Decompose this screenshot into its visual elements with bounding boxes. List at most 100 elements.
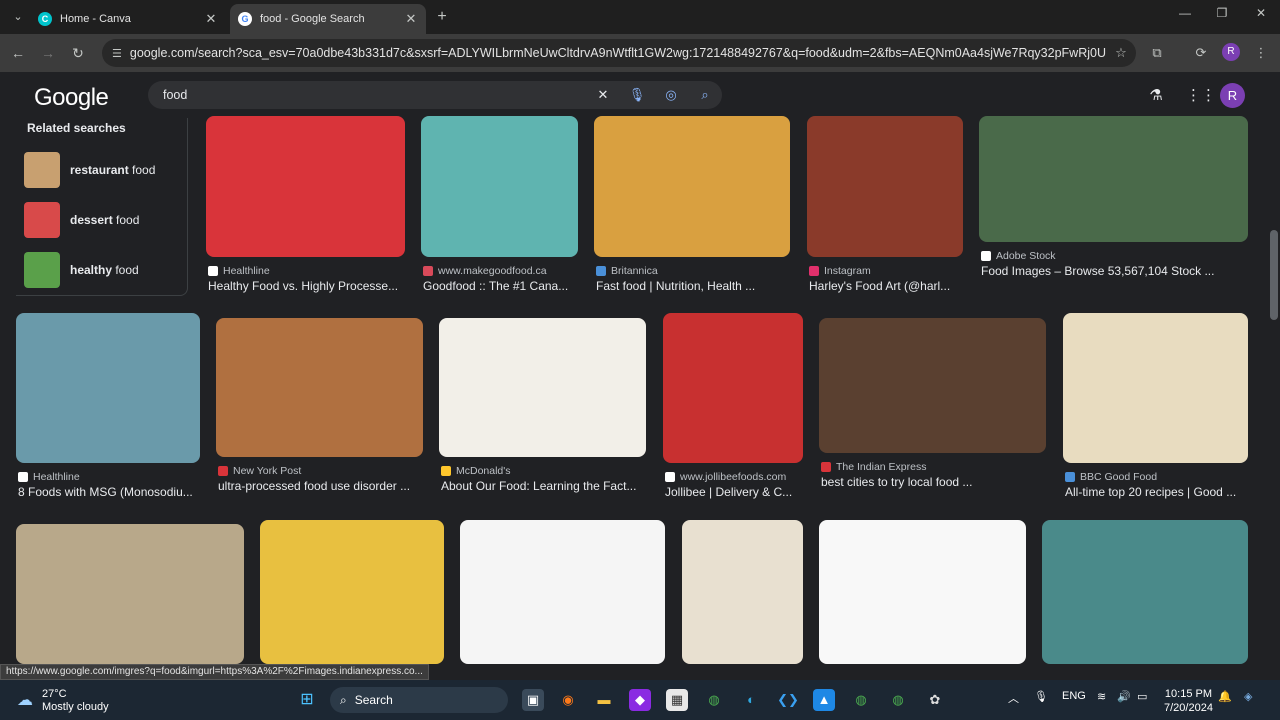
extensions-icon[interactable]: ⧉ <box>1148 44 1166 62</box>
clear-icon[interactable]: ✕ <box>586 87 620 103</box>
image-result[interactable]: www.makegoodfood.ca Goodfood :: The #1 Ca… <box>421 116 578 297</box>
image-source[interactable]: Adobe Stock <box>981 250 1056 262</box>
close-tab-icon[interactable]: ✕ <box>204 11 218 27</box>
image-source[interactable]: BBC Good Food <box>1065 471 1157 483</box>
image-caption[interactable]: ultra-processed food use disorder ... <box>218 479 435 493</box>
image-thumbnail[interactable] <box>460 520 665 664</box>
maximize-icon[interactable]: ❐ <box>1207 6 1237 20</box>
taskbar-search[interactable]: ⌕ Search <box>330 687 508 713</box>
image-source[interactable]: The Indian Express <box>821 461 926 473</box>
address-bar[interactable]: ☰ google.com/search?sca_esv=70a0dbe43b33… <box>102 39 1136 67</box>
related-item-restaurant-food[interactable]: restaurant food <box>24 152 184 188</box>
image-thumbnail[interactable] <box>979 116 1248 242</box>
image-thumbnail[interactable] <box>421 116 578 257</box>
image-result[interactable]: Britannica Fast food | Nutrition, Health … <box>594 116 790 297</box>
image-thumbnail[interactable] <box>206 116 405 257</box>
firefox-icon[interactable]: ◉ <box>557 689 579 711</box>
tray-chevron-icon[interactable]: ︿ <box>1008 690 1019 706</box>
image-result[interactable]: www.jollibeefoods.com Jollibee | Delivery… <box>663 313 803 503</box>
microphone-icon[interactable]: 🎙 <box>620 87 654 103</box>
weather-widget[interactable]: ☁ 27°C Mostly cloudy <box>14 688 109 714</box>
image-thumbnail[interactable] <box>1042 520 1248 664</box>
image-source[interactable]: Healthline <box>18 471 80 483</box>
site-info-icon[interactable]: ☰ <box>112 47 122 60</box>
image-thumbnail[interactable] <box>807 116 963 257</box>
app-icon[interactable]: ✿ <box>924 689 946 711</box>
search-box[interactable]: food ✕ 🎙 ◎ ⌕ <box>148 81 722 109</box>
clock[interactable]: 10:15 PM 7/20/2024 <box>1164 687 1213 715</box>
google-logo[interactable]: Google <box>34 84 109 112</box>
image-result[interactable]: Healthline Healthy Food vs. Highly Proces… <box>206 116 405 297</box>
lens-icon[interactable]: ◎ <box>654 87 688 103</box>
image-thumbnail[interactable] <box>16 313 200 463</box>
chrome-icon[interactable]: ◍ <box>703 689 725 711</box>
search-input[interactable]: food <box>163 88 586 102</box>
labs-flask-icon[interactable]: ⚗ <box>1146 86 1166 106</box>
image-thumbnail[interactable] <box>16 524 244 664</box>
forward-arrow-icon[interactable]: → <box>38 43 58 63</box>
file-explorer-icon[interactable]: ▬ <box>593 689 615 711</box>
tab-search-chevron-icon[interactable]: ⌄ <box>8 7 28 27</box>
tab-home-canva[interactable]: C Home - Canva ✕ <box>30 4 226 34</box>
account-avatar[interactable]: R <box>1220 83 1245 108</box>
image-caption[interactable]: Harley's Food Art (@harl... <box>809 279 975 293</box>
image-caption[interactable]: Food Images – Browse 53,567,104 Stock ..… <box>981 264 1260 278</box>
scrollbar-thumb[interactable] <box>1270 230 1278 320</box>
image-thumbnail[interactable] <box>1063 313 1248 463</box>
image-caption[interactable]: Fast food | Nutrition, Health ... <box>596 279 802 293</box>
language-indicator[interactable]: ENG <box>1062 690 1086 702</box>
vscode-icon[interactable]: ❮❯ <box>777 689 799 711</box>
image-source[interactable]: www.makegoodfood.ca <box>423 265 547 277</box>
task-view-icon[interactable]: ▣ <box>522 689 544 711</box>
chrome-icon[interactable]: ◍ <box>850 689 872 711</box>
back-arrow-icon[interactable]: ← <box>8 43 28 63</box>
new-tab-plus-icon[interactable]: + <box>432 7 452 27</box>
reload-icon[interactable]: ↻ <box>68 43 88 63</box>
sync-icon[interactable]: ⟳ <box>1192 44 1210 62</box>
bookmark-star-icon[interactable]: ☆ <box>1106 45 1136 61</box>
image-thumbnail[interactable] <box>819 318 1046 453</box>
image-source[interactable]: McDonald's <box>441 465 511 477</box>
image-caption[interactable]: best cities to try local food ... <box>821 475 1058 489</box>
image-thumbnail[interactable] <box>216 318 423 457</box>
image-source[interactable]: Instagram <box>809 265 871 277</box>
image-caption[interactable]: Goodfood :: The #1 Cana... <box>423 279 590 293</box>
copilot-icon[interactable]: ◈ <box>1244 690 1252 703</box>
page-scrollbar[interactable] <box>1268 72 1280 680</box>
window-close-icon[interactable]: ✕ <box>1246 6 1276 20</box>
image-source[interactable]: Healthline <box>208 265 270 277</box>
app-icon[interactable]: ▲ <box>813 689 835 711</box>
image-result[interactable]: Adobe Stock Food Images – Browse 53,567,1… <box>979 116 1248 282</box>
store-icon[interactable]: ▦ <box>666 689 688 711</box>
wifi-icon[interactable]: ≋ <box>1097 690 1106 703</box>
profile-avatar[interactable]: R <box>1222 43 1240 61</box>
search-icon[interactable]: ⌕ <box>688 87 722 103</box>
menu-dots-icon[interactable]: ⋮ <box>1252 44 1270 62</box>
volume-icon[interactable]: 🔊 <box>1117 690 1131 703</box>
related-item-healthy-food[interactable]: healthy food <box>24 252 184 288</box>
microphone-icon[interactable]: 🎙 <box>1034 690 1048 703</box>
image-caption[interactable]: About Our Food: Learning the Fact... <box>441 479 658 493</box>
image-source[interactable]: New York Post <box>218 465 301 477</box>
image-source[interactable]: www.jollibeefoods.com <box>665 471 786 483</box>
image-caption[interactable]: Healthy Food vs. Highly Processe... <box>208 279 417 293</box>
chrome-profile-icon[interactable]: ◍ <box>887 689 909 711</box>
minimize-icon[interactable]: — <box>1170 6 1200 20</box>
windows-start-icon[interactable]: ⊞ <box>296 689 318 711</box>
image-result[interactable]: BBC Good Food All-time top 20 recipes | G… <box>1063 313 1248 503</box>
image-caption[interactable]: Jollibee | Delivery & C... <box>665 485 815 499</box>
image-result[interactable]: Healthline 8 Foods with MSG (Monosodiu... <box>16 313 200 503</box>
image-result[interactable]: Instagram Harley's Food Art (@harl... <box>807 116 963 297</box>
image-result[interactable]: New York Post ultra-processed food use di… <box>216 318 423 497</box>
image-source[interactable]: Britannica <box>596 265 658 277</box>
app-icon[interactable]: ◆ <box>629 689 651 711</box>
image-thumbnail[interactable] <box>819 520 1026 664</box>
image-caption[interactable]: All-time top 20 recipes | Good ... <box>1065 485 1260 499</box>
close-tab-icon[interactable]: ✕ <box>404 11 418 27</box>
image-thumbnail[interactable] <box>663 313 803 463</box>
image-caption[interactable]: 8 Foods with MSG (Monosodiu... <box>18 485 212 499</box>
apps-grid-icon[interactable]: ⋮⋮⋮ <box>1186 86 1231 106</box>
edge-icon[interactable]: ◐ <box>740 689 762 711</box>
related-item-dessert-food[interactable]: dessert food <box>24 202 184 238</box>
image-result[interactable]: The Indian Express best cities to try loc… <box>819 318 1046 493</box>
